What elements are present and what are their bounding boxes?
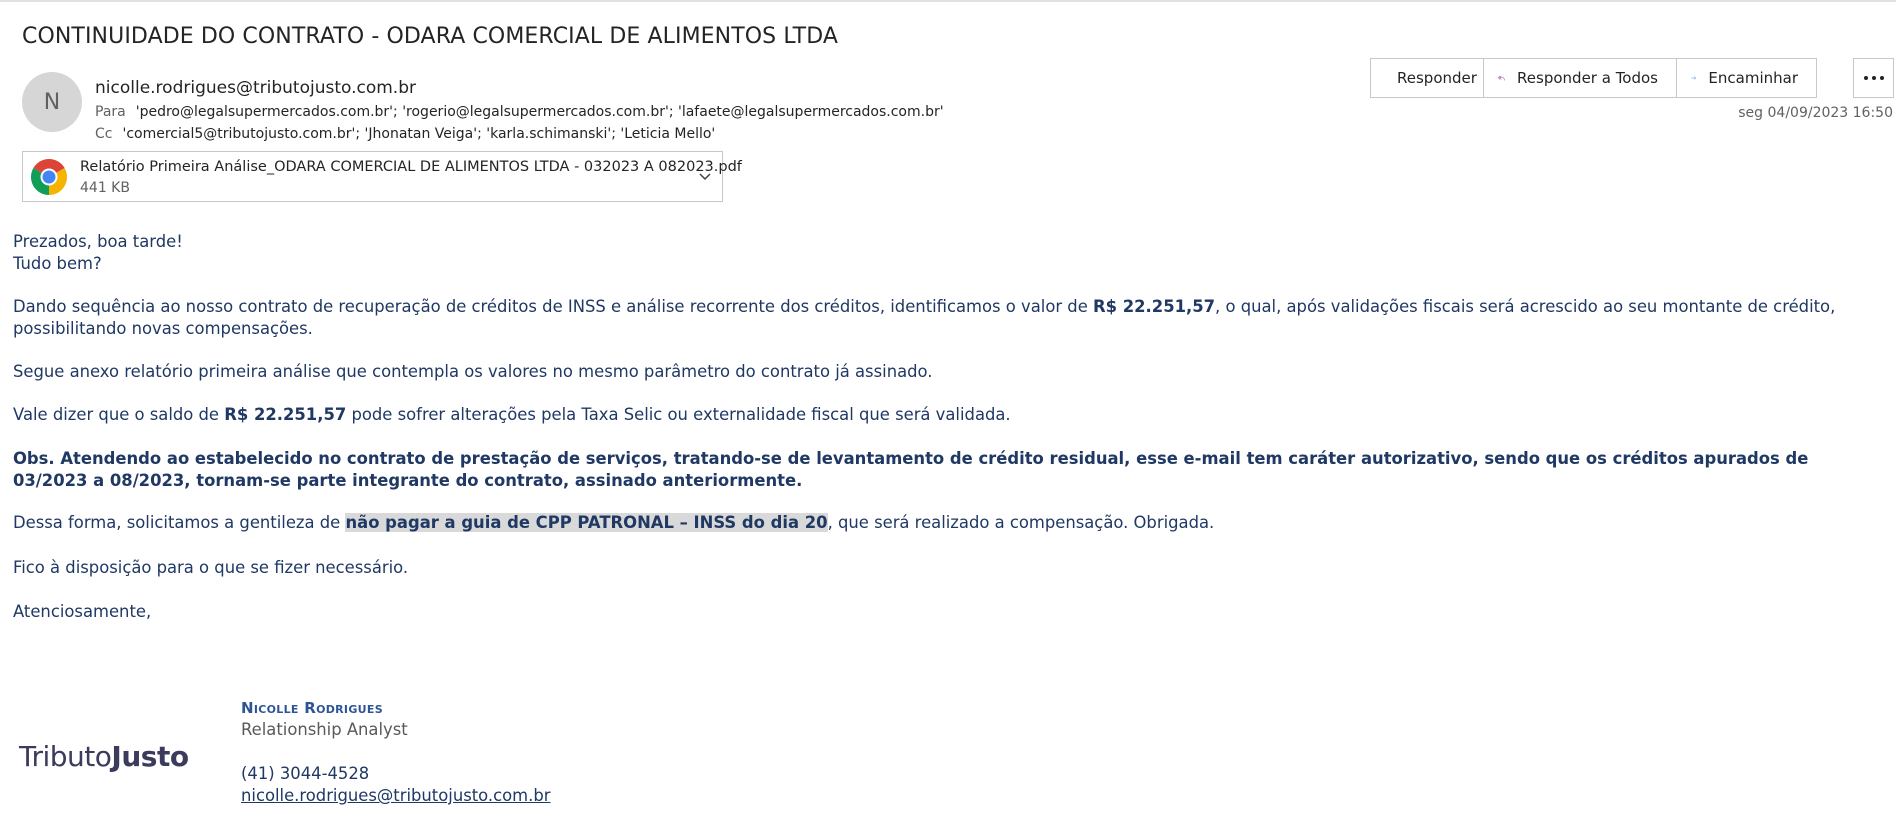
reply-label: Responder: [1397, 69, 1477, 87]
attachment-filename: Relatório Primeira Análise_ODARA COMERCI…: [80, 159, 742, 175]
signature-role: Relationship Analyst: [241, 720, 408, 739]
paragraph-1-text-a: Dando sequência ao nosso contrato de rec…: [13, 297, 1094, 316]
to-label: Para: [95, 104, 126, 120]
reply-all-icon: [1498, 75, 1505, 81]
paragraph-3-text-b: pode sofrer alterações pela Taxa Selic o…: [346, 405, 1011, 424]
cc-line: Cc 'comercial5@tributojusto.com.br'; 'Jho…: [95, 126, 715, 142]
to-line: Para 'pedro@legalsupermercados.com.br'; '…: [95, 104, 944, 120]
paragraph-5-text-a: Dessa forma, solicitamos a gentileza de: [13, 513, 346, 532]
email-signature: Nicolle Rodrigues Relationship Analyst (…: [241, 697, 550, 807]
forward-arrow-icon: [1691, 76, 1696, 80]
greeting-line: Prezados, boa tarde!: [13, 232, 183, 251]
top-divider: [0, 0, 1896, 2]
greeting: Prezados, boa tarde! Tudo bem?: [13, 231, 1883, 275]
paragraph-3: Vale dizer que o saldo de R$ 22.251,57 p…: [13, 404, 1883, 426]
logo-text-part2: Justo: [111, 740, 189, 773]
sent-date: seg 04/09/2023 16:50: [1738, 105, 1893, 121]
paragraph-2: Segue anexo relatório primeira análise q…: [13, 362, 933, 381]
paragraph-6: Fico à disposição para o que se fizer ne…: [13, 558, 409, 577]
attachment-size: 441 KB: [80, 180, 130, 196]
attachment-card[interactable]: Relatório Primeira Análise_ODARA COMERCI…: [22, 151, 742, 202]
more-actions-button[interactable]: [1853, 58, 1894, 98]
signature-phone: (41) 3044-4528: [241, 764, 370, 783]
sender-address[interactable]: nicolle.rodrigues@tributojusto.com.br: [95, 78, 416, 98]
closing: Atenciosamente,: [13, 602, 152, 621]
greeting-line-2: Tudo bem?: [13, 254, 102, 273]
more-dot-icon: [1871, 76, 1876, 80]
message-actions: Responder Responder a Todos Encaminhar: [1370, 58, 1817, 98]
avatar[interactable]: N: [22, 72, 82, 132]
chrome-icon: [30, 159, 68, 195]
email-subject: CONTINUIDADE DO CONTRATO - ODARA COMERCI…: [22, 24, 838, 49]
more-dot-icon: [1879, 76, 1884, 80]
to-recipients[interactable]: 'pedro@legalsupermercados.com.br'; 'roge…: [136, 104, 944, 120]
chevron-down-icon[interactable]: [698, 169, 712, 183]
forward-button[interactable]: Encaminhar: [1676, 58, 1817, 98]
obs-text: Obs. Atendendo ao estabelecido no contra…: [13, 449, 1809, 490]
forward-label: Encaminhar: [1708, 69, 1798, 87]
company-logo: TributoJusto: [19, 740, 189, 773]
more-dot-icon: [1863, 76, 1868, 80]
reply-button[interactable]: Responder: [1370, 58, 1484, 98]
reply-all-label: Responder a Todos: [1517, 69, 1658, 87]
paragraph-3-text-a: Vale dizer que o saldo de: [13, 405, 225, 424]
cc-recipients[interactable]: 'comercial5@tributojusto.com.br'; 'Jhona…: [122, 126, 715, 142]
cc-label: Cc: [95, 126, 113, 142]
amount-value: R$ 22.251,57: [224, 405, 347, 424]
reply-all-button[interactable]: Responder a Todos: [1483, 58, 1677, 98]
signature-email-link[interactable]: nicolle.rodrigues@tributojusto.com.br: [241, 785, 550, 807]
paragraph-1: Dando sequência ao nosso contrato de rec…: [13, 296, 1883, 340]
paragraph-5-text-b: , que será realizado a compensação. Obri…: [827, 513, 1215, 532]
logo-text-part1: Tributo: [19, 740, 112, 773]
amount-value: R$ 22.251,57: [1093, 297, 1216, 316]
paragraph-obs: Obs. Atendendo ao estabelecido no contra…: [13, 448, 1883, 492]
highlighted-instruction: não pagar a guia de CPP PATRONAL – INSS …: [345, 513, 828, 532]
paragraph-5: Dessa forma, solicitamos a gentileza de …: [13, 512, 1883, 534]
signature-name: Nicolle Rodrigues: [241, 699, 383, 717]
